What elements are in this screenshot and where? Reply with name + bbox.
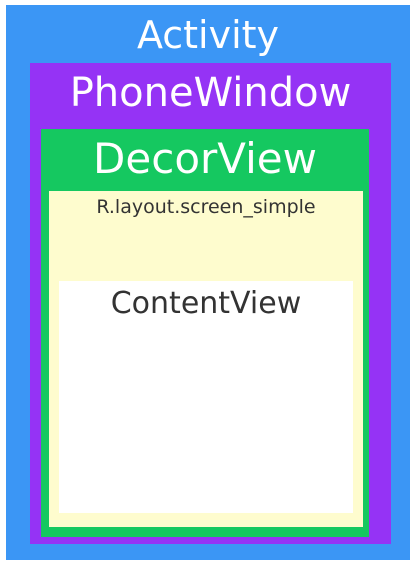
activity-box: Activity PhoneWindow DecorView R.layout.… [6,5,410,560]
decor-view-box: DecorView R.layout.screen_simple Content… [41,129,369,537]
screen-simple-layout-box: R.layout.screen_simple ContentView [49,191,363,527]
phone-window-label: PhoneWindow [69,70,352,116]
screen-simple-label: R.layout.screen_simple [96,196,316,218]
decor-view-label: DecorView [93,134,317,183]
content-view-label: ContentView [110,286,302,321]
activity-label: Activity [136,13,280,57]
phone-window-box: PhoneWindow DecorView R.layout.screen_si… [30,63,391,544]
content-view-box: ContentView [59,281,353,513]
